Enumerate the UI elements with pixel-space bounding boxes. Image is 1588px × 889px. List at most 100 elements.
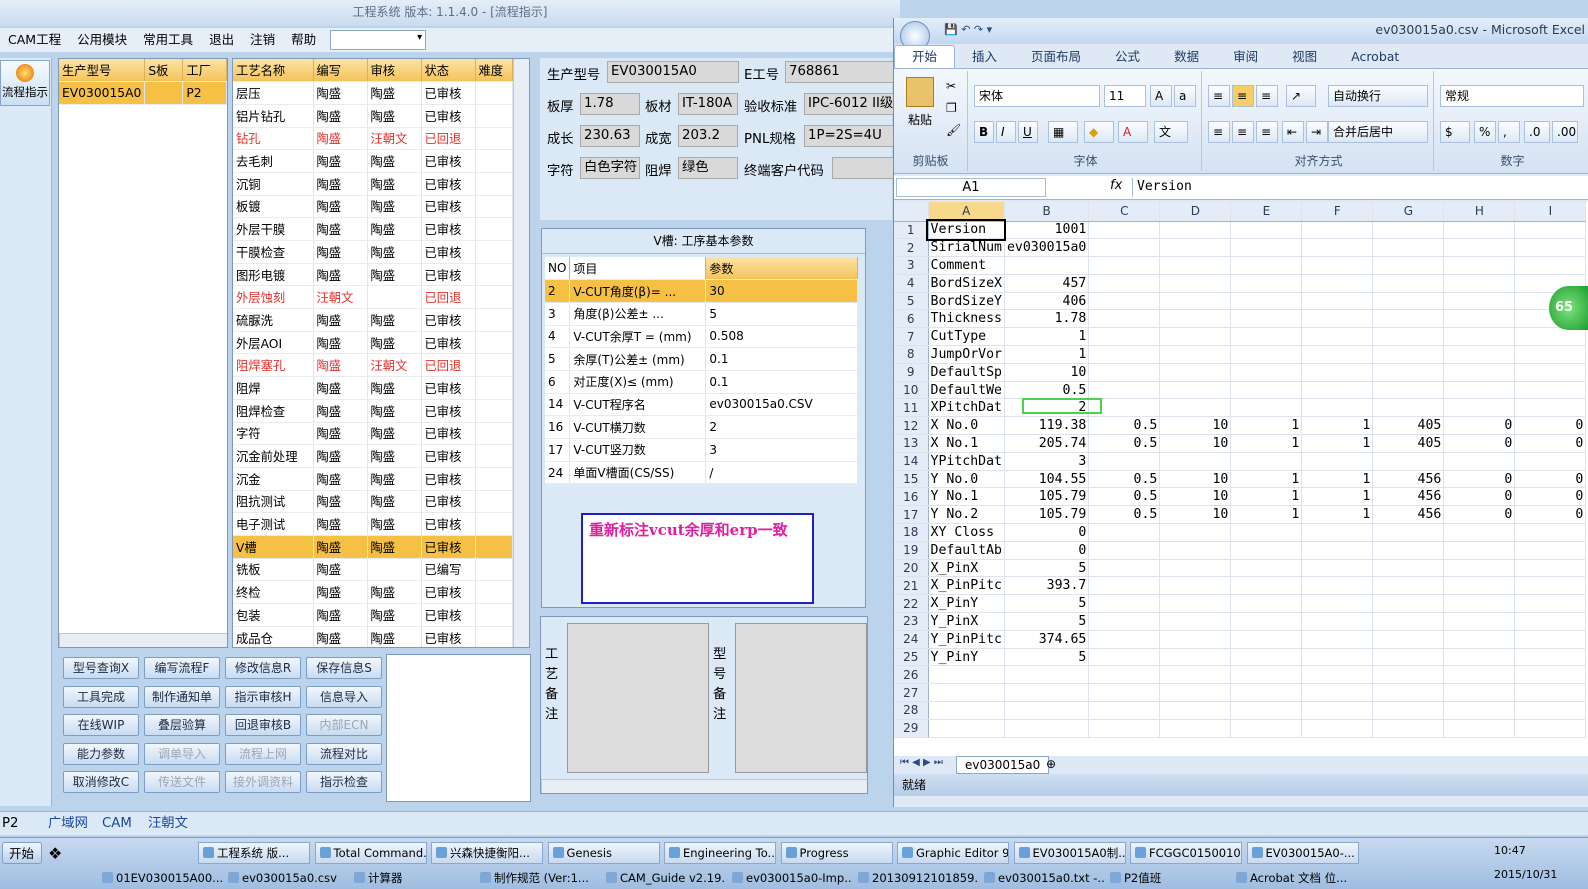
menu-item-3[interactable]: 退出 [201,28,242,52]
paste-label[interactable]: 粘贴 [908,111,932,128]
action-button-12[interactable]: 能力参数 [63,742,139,765]
sheet-cell[interactable]: 5 [1004,612,1090,631]
sheet-cell[interactable] [1301,452,1374,471]
sheet-cell[interactable]: 10 [1159,487,1232,507]
sheet-cell[interactable] [1514,576,1587,596]
sheet-cell[interactable] [1514,381,1587,400]
sheet-cell[interactable]: 405 [1372,416,1445,436]
sheet-cell[interactable]: 0 [1514,487,1587,507]
e-number-value[interactable]: 768861 [785,61,895,83]
width-value[interactable]: 203.2 [678,125,738,147]
row-header[interactable]: 20 [894,559,929,578]
sheet-cell[interactable] [1514,719,1587,738]
sheet-cell[interactable]: ev030015a0 [1004,238,1090,258]
sheet-cell[interactable] [1159,274,1232,293]
row-header[interactable]: 9 [894,363,929,382]
sheet-cell[interactable] [1159,221,1232,240]
sheet-cell[interactable] [1443,452,1516,471]
row-header[interactable]: 18 [894,523,929,542]
sheet-cell[interactable] [1443,523,1516,542]
process-row[interactable]: 硫脲洗 陶盛 陶盛 已审核 [233,308,513,332]
sheet-cell[interactable]: 393.7 [1004,576,1090,596]
model-value[interactable]: EV030015A0 [607,61,739,83]
process-header-1[interactable]: 编写 [313,59,368,83]
currency-icon[interactable]: $ [1440,121,1470,143]
sheet-cell[interactable] [1443,665,1516,685]
sheet-cell[interactable] [1088,719,1161,738]
sheet-cell[interactable] [1230,274,1303,293]
taskbar-item[interactable]: 兴森快捷衡阳... [431,842,543,864]
process-row[interactable]: 阻焊塞孔 陶盛 汪朝文 已回退 [233,353,513,378]
sheet-cell[interactable] [1443,576,1516,596]
model-row[interactable]: EV030015A0 P2 [59,81,227,105]
sheet-cell[interactable] [1088,238,1161,258]
sheet-cell[interactable] [1443,327,1516,347]
row-header[interactable]: 25 [894,648,929,667]
sheet-cell[interactable] [1301,665,1374,685]
process-row[interactable]: 层压 陶盛 陶盛 已审核 [233,81,513,105]
sheet-cell[interactable] [928,701,1005,720]
sheet-cell[interactable] [1372,327,1445,347]
sheet-cell[interactable]: 1 [1004,345,1090,364]
process-row[interactable]: 沉铜 陶盛 陶盛 已审核 [233,172,513,196]
sheet-cell[interactable] [1159,523,1232,542]
sheet-cell[interactable] [1514,363,1587,382]
decrease-decimal-icon[interactable]: .00 [1552,121,1578,143]
sheet-cell[interactable] [1372,541,1445,560]
grow-font-icon[interactable]: A [1150,85,1172,107]
sheet-cell[interactable] [1301,221,1374,240]
cam-tab[interactable]: CAM [102,814,132,834]
sheet-cell[interactable] [1159,256,1232,275]
sheet-cell[interactable]: Thickness [928,309,1005,329]
quick-access-icon[interactable]: 💾 ↶ ↷ ▾ [944,18,992,42]
sheet-cell[interactable] [1088,594,1161,614]
sheet-cell[interactable] [1514,648,1587,667]
process-vscroll[interactable] [513,59,529,647]
sheet-cell[interactable] [1372,701,1445,720]
thickness-value[interactable]: 1.78 [580,93,640,115]
sheet-cell[interactable]: 10 [1159,470,1232,489]
sheet-cell[interactable] [1004,665,1090,685]
sheet-cell[interactable] [1159,719,1232,738]
sheet-cell[interactable]: 10 [1159,505,1232,525]
sheet-cell[interactable]: 0.5 [1088,505,1161,525]
sheet-cell[interactable] [1088,363,1161,382]
font-color-icon[interactable]: A [1118,121,1148,143]
row-header[interactable]: 4 [894,274,929,293]
process-row[interactable]: 外层蚀刻 汪朝文 已回退 [233,285,513,310]
bold-icon[interactable]: B [974,121,994,143]
action-button-10[interactable]: 回退审核B [225,714,301,737]
process-header-0[interactable]: 工艺名称 [233,59,314,83]
sheet-cell[interactable]: XY Closs [928,523,1005,542]
sheet-cell[interactable]: 105.79 [1004,487,1090,507]
sheet-cell[interactable]: 5 [1004,559,1090,578]
sheet-cell[interactable] [1230,648,1303,667]
sheet-cell[interactable]: X_PinX [928,559,1005,578]
formula-input[interactable]: Version [1132,178,1582,197]
sheet-cell[interactable] [1301,345,1374,364]
sheet-cell[interactable]: 0 [1514,416,1587,436]
sheet-cell[interactable]: JumpOrVor [928,345,1005,364]
ribbon-tab-4[interactable]: 数据 [1157,46,1216,68]
sheet-cell[interactable] [1301,292,1374,311]
taskbar-item-lower[interactable]: Acrobat 文档 位... [1234,868,1356,888]
sheet-cell[interactable] [1230,576,1303,596]
font-size-select[interactable]: 11 [1104,85,1146,107]
sheet-cell[interactable] [1443,541,1516,560]
sheet-cell[interactable] [1159,292,1232,311]
sheet-cell[interactable] [1088,648,1161,667]
action-button-7[interactable]: 信息导入 [306,685,382,708]
user-tab[interactable]: 汪朝文 [148,814,188,834]
sheet-cell[interactable] [1088,523,1161,542]
copy-icon[interactable]: ❐ [946,101,957,115]
menu-item-4[interactable]: 注销 [242,28,283,52]
sheet-cell[interactable]: BordSizeY [928,292,1005,311]
sheet-cell[interactable] [1159,452,1232,471]
sheet-cell[interactable]: 0 [1443,487,1516,507]
vcut-row[interactable]: 4 V-CUT余厚T = (mm) 0.508 [545,325,858,349]
sheet-cell[interactable] [1159,398,1232,418]
sheet-cell[interactable]: Y_PinY [928,648,1005,667]
sheet-cell[interactable] [1159,612,1232,631]
row-header[interactable]: 19 [894,541,929,560]
sheet-cell[interactable]: 0 [1443,470,1516,489]
